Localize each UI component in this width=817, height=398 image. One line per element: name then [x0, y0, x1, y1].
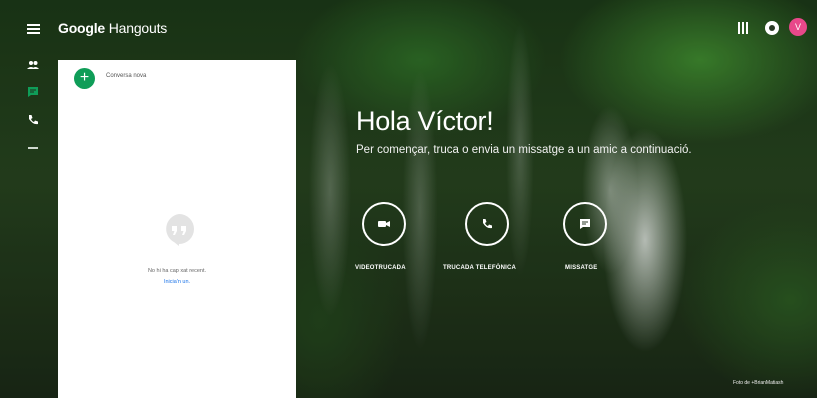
new-conversation-button[interactable]: +	[74, 68, 95, 89]
notifications-icon[interactable]	[765, 21, 779, 35]
hangouts-quote-icon	[166, 214, 194, 246]
apps-grid-icon[interactable]	[738, 22, 749, 34]
phone-icon[interactable]	[27, 114, 39, 126]
phone-call-button[interactable]	[465, 202, 509, 246]
contacts-icon[interactable]	[27, 59, 39, 71]
empty-state-text: No hi ha cap xat recent.	[147, 268, 207, 274]
phone-call-label[interactable]: TRUCADA TELEFÒNICA	[443, 265, 516, 271]
phone-icon	[483, 219, 492, 229]
avatar[interactable]: V	[789, 18, 807, 36]
photo-credit[interactable]: Foto de +BrianMatiash	[733, 380, 783, 386]
video-camera-icon	[378, 221, 390, 227]
top-bar: Google Hangouts V	[0, 0, 817, 52]
greeting-subtitle: Per començar, truca o envia un missatge …	[356, 144, 692, 156]
new-conversation-label[interactable]: Conversa nova	[106, 73, 146, 79]
app-title: Google Hangouts	[58, 20, 167, 36]
app-title-product: Hangouts	[108, 20, 168, 36]
app-title-brand: Google	[58, 20, 106, 36]
conversations-panel: + Conversa nova No hi ha cap xat recent.…	[58, 60, 296, 398]
message-label[interactable]: MISSATGE	[565, 265, 598, 271]
video-call-label[interactable]: VIDEOTRUCADA	[355, 265, 406, 271]
chat-icon[interactable]	[27, 86, 39, 98]
greeting-heading: Hola Víctor!	[356, 106, 494, 136]
more-icon[interactable]	[27, 142, 39, 154]
menu-icon[interactable]	[27, 24, 40, 34]
video-call-button[interactable]	[362, 202, 406, 246]
message-icon	[580, 219, 590, 229]
message-button[interactable]	[563, 202, 607, 246]
start-conversation-link[interactable]: Inicia'n un.	[58, 279, 296, 285]
